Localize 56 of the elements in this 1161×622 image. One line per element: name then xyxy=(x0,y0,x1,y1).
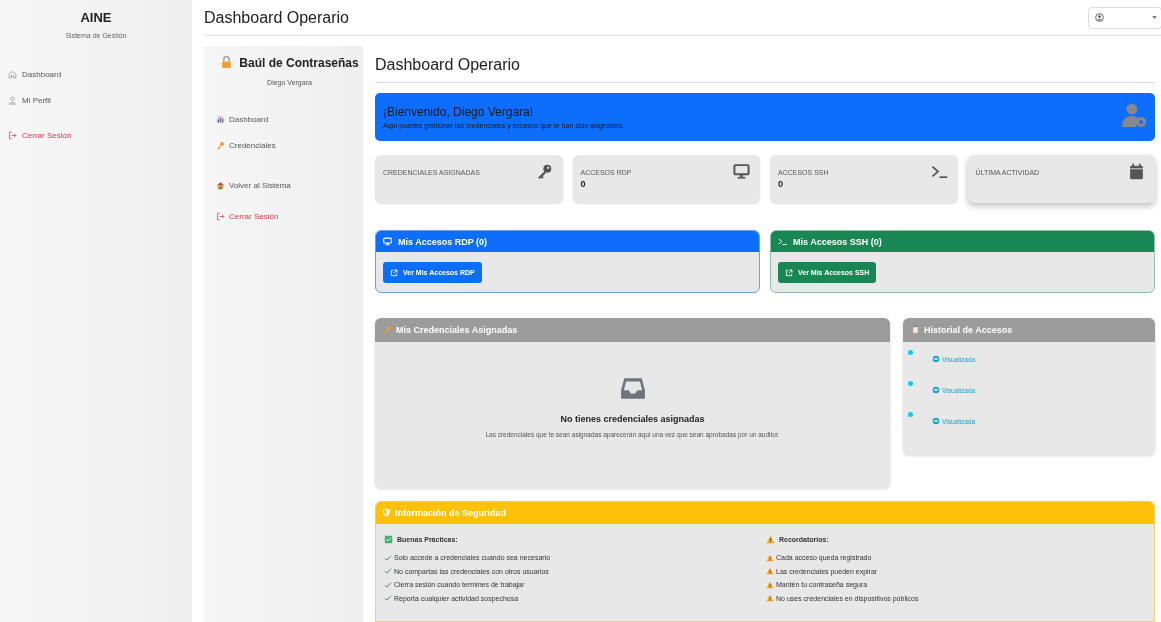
key-icon xyxy=(535,163,553,180)
card-title: Mis Credenciales Asignadas xyxy=(396,325,518,335)
warning-icon xyxy=(766,580,774,589)
card-title: Mis Accesos SSH (0) xyxy=(793,236,882,247)
key-icon xyxy=(383,324,392,334)
warning-icon xyxy=(766,553,774,562)
user-icon xyxy=(8,95,17,105)
app-name: AINE xyxy=(79,10,113,25)
external-link-icon xyxy=(785,268,793,277)
sidebar-item[interactable]: Dashboard xyxy=(216,106,363,132)
logout-icon xyxy=(216,211,225,221)
calendar-icon xyxy=(1128,163,1145,180)
external-link-icon xyxy=(390,268,398,277)
card-title: Información de Seguridad xyxy=(395,508,506,518)
monitor-icon xyxy=(733,163,750,180)
user-gear-icon xyxy=(1121,102,1147,128)
sidebar-item[interactable]: Credenciales xyxy=(216,132,363,158)
sidebar-item[interactable]: Cerrar Sesión xyxy=(0,122,192,148)
checkbox-icon xyxy=(384,535,393,544)
eye-icon xyxy=(932,355,940,363)
user-dropdown[interactable] xyxy=(1088,6,1161,29)
warning-icon xyxy=(766,535,775,544)
card-title: Historial de Accesos xyxy=(924,325,1013,335)
home-icon xyxy=(8,69,17,79)
warning-icon xyxy=(766,594,774,603)
timeline-dot xyxy=(908,412,913,417)
inbox-icon xyxy=(619,375,646,401)
lock-icon xyxy=(220,55,234,68)
key-icon xyxy=(216,140,225,150)
page-title: Dashboard Operario xyxy=(204,8,349,27)
content-title: Dashboard Operario xyxy=(375,46,1155,83)
user-icon xyxy=(1095,13,1104,22)
logout-icon xyxy=(8,130,17,140)
clipboard-icon xyxy=(911,324,920,334)
stat-value: 0 xyxy=(580,179,587,189)
terminal-icon xyxy=(778,237,787,246)
timeline-dot xyxy=(908,350,913,355)
warning-icon xyxy=(766,567,774,576)
house-icon xyxy=(216,180,225,190)
terminal-icon xyxy=(930,163,948,180)
shield-icon xyxy=(382,507,391,517)
sidebar-item[interactable]: Mi Perfil xyxy=(0,87,192,113)
stat-value: 0 xyxy=(778,179,784,189)
sidebar-item[interactable]: Cerrar Sesión xyxy=(216,203,363,229)
sidebar-item[interactable]: Volver al Sistema xyxy=(216,172,363,198)
welcome-title: ¡Bienvenido, Diego Vergara! xyxy=(383,105,535,119)
monitor-icon xyxy=(383,237,392,246)
eye-icon xyxy=(932,417,940,425)
bar-chart-icon xyxy=(216,114,225,124)
empty-title: No tienes credenciales asignadas xyxy=(560,414,705,424)
eye-icon xyxy=(932,386,940,394)
caret-icon xyxy=(1152,15,1157,20)
timeline-dot xyxy=(908,381,913,386)
card-title: Mis Accesos RDP (0) xyxy=(398,236,488,247)
sidebar-item[interactable]: Dashboard xyxy=(0,61,192,87)
vault-title: Baúl de Contraseñas xyxy=(239,56,359,70)
